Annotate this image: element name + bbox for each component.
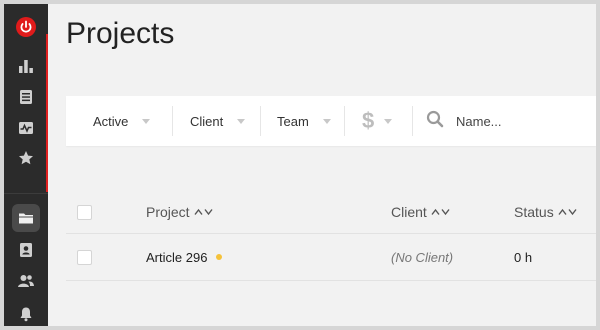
client-filter-dropdown[interactable]: Client (190, 96, 246, 146)
chevron-down-icon (322, 118, 331, 124)
sidebar-item-timesheet[interactable] (12, 83, 40, 111)
column-header-project[interactable]: Project (146, 191, 214, 233)
team-filter-dropdown[interactable]: Team (277, 96, 331, 146)
contact-card-icon (18, 242, 34, 258)
sidebar-item-reports[interactable] (12, 52, 40, 80)
chevron-down-icon (384, 118, 393, 124)
power-button[interactable] (12, 13, 40, 41)
dollar-icon: $ (362, 108, 375, 133)
list-icon (18, 89, 34, 105)
sort-icon (431, 208, 451, 216)
page-title: Projects (66, 17, 175, 50)
activity-icon (18, 120, 34, 136)
project-name: Article 296 (146, 249, 208, 265)
sidebar-divider (4, 193, 48, 194)
project-name-cell[interactable]: Article 296 (146, 234, 223, 280)
sidebar-item-team[interactable] (12, 267, 40, 295)
filter-divider (172, 106, 173, 136)
table-header: Project Client Status (66, 191, 596, 234)
filter-divider (344, 106, 345, 136)
filter-divider (412, 106, 413, 136)
power-icon (16, 17, 36, 37)
star-icon (18, 150, 34, 166)
app-window: Projects Active Client Team $ Name... Pr… (4, 4, 596, 326)
team-filter-label: Team (277, 113, 309, 129)
bell-icon (18, 306, 34, 322)
sidebar-item-notifications[interactable] (12, 300, 40, 326)
search-box (426, 96, 596, 146)
users-icon (17, 273, 35, 289)
table-row[interactable]: Article 296 (No Client) 0 h (66, 234, 596, 281)
column-header-status[interactable]: Status (514, 191, 578, 233)
filter-divider (260, 106, 261, 136)
sidebar-item-insights[interactable] (12, 114, 40, 142)
chevron-down-icon (142, 118, 151, 124)
sidebar-item-projects[interactable] (12, 204, 40, 232)
column-label: Status (514, 204, 554, 220)
sort-icon (558, 208, 578, 216)
status-filter-label: Active (93, 113, 129, 129)
folder-icon (18, 210, 34, 226)
sidebar (4, 4, 48, 326)
status-filter-dropdown[interactable]: Active (93, 96, 151, 146)
column-label: Client (391, 204, 427, 220)
project-color-dot (216, 254, 223, 260)
search-input[interactable] (454, 112, 588, 130)
billable-filter-dropdown[interactable]: $ (362, 96, 393, 146)
status-cell: 0 h (514, 249, 533, 265)
sort-icon (194, 208, 214, 216)
client-cell: (No Client) (391, 249, 454, 265)
chevron-down-icon (237, 118, 246, 124)
main-content: Projects Active Client Team $ Name... Pr… (48, 4, 596, 326)
column-label: Project (146, 204, 190, 220)
sidebar-item-clients[interactable] (12, 236, 40, 264)
client-filter-label: Client (190, 113, 224, 129)
sidebar-item-favorites[interactable] (12, 144, 40, 172)
select-all-checkbox[interactable] (77, 205, 92, 220)
search-icon (426, 110, 444, 133)
bar-chart-icon (18, 58, 34, 74)
column-header-client[interactable]: Client (391, 191, 451, 233)
filter-bar: Active Client Team $ (66, 96, 596, 146)
row-checkbox[interactable] (77, 250, 92, 265)
